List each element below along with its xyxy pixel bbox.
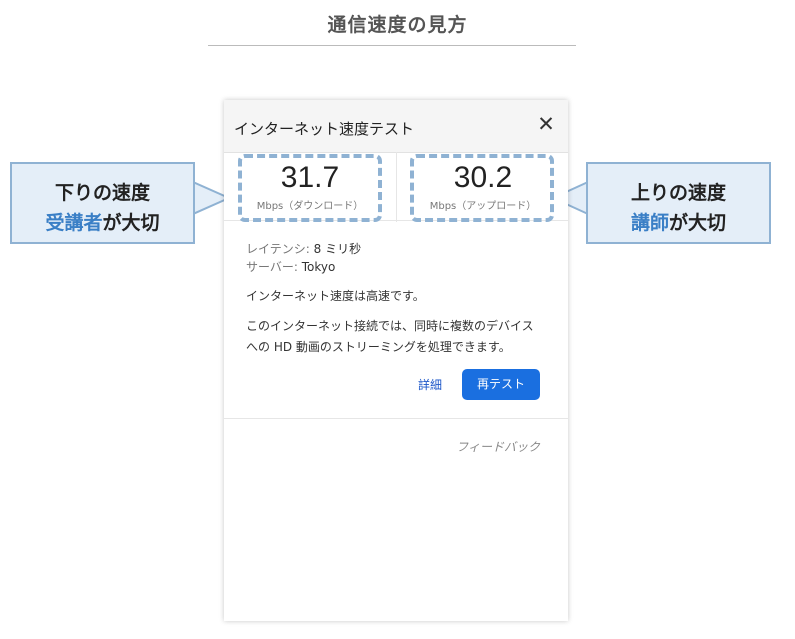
close-icon[interactable]: ✕: [536, 112, 556, 136]
callout-upload-line1: 上りの速度: [630, 182, 726, 204]
callout-upload: 上りの速度 講師が大切: [586, 162, 771, 244]
speed-summary: インターネット速度は高速です。: [246, 289, 425, 303]
callout-upload-line2: 講師が大切: [588, 208, 769, 235]
server-label: サーバー:: [246, 260, 298, 274]
latency-value: 8 ミリ秒: [313, 242, 362, 256]
server-row: サーバー: Tokyo: [246, 258, 335, 275]
feedback-link[interactable]: フィードバック: [456, 438, 540, 455]
callout-download: 下りの速度 受講者が大切: [10, 162, 195, 244]
callout-download-line1: 下りの速度: [54, 182, 150, 204]
callout-upload-rest: が大切: [669, 212, 727, 234]
panel-footer-divider: [224, 418, 568, 419]
latency-row: レイテンシ: 8 ミリ秒: [246, 240, 361, 257]
page-title: 通信速度の見方: [327, 14, 468, 36]
details-link[interactable]: 詳細: [418, 376, 442, 393]
server-value: Tokyo: [301, 260, 336, 274]
upload-highlight-frame: [410, 154, 554, 222]
title-divider: [208, 45, 576, 46]
callout-upload-highlight: 講師: [630, 212, 669, 234]
panel-title: インターネット速度テスト: [234, 120, 415, 138]
retest-button[interactable]: 再テスト: [462, 369, 540, 400]
callout-download-highlight: 受講者: [45, 212, 103, 234]
panel-header: インターネット速度テスト ✕: [224, 100, 568, 153]
latency-label: レイテンシ:: [246, 242, 310, 256]
speed-test-panel: インターネット速度テスト ✕ 31.7 Mbps（ダウンロード） 30.2 Mb…: [224, 100, 568, 621]
description-line-2: への HD 動画のストリーミングを処理できます。: [246, 340, 511, 354]
download-highlight-frame: [238, 154, 382, 222]
description-line-1: このインターネット接続では、同時に複数のデバイス: [246, 319, 534, 333]
callout-download-rest: が大切: [102, 212, 160, 234]
callout-download-line2: 受講者が大切: [12, 208, 193, 235]
